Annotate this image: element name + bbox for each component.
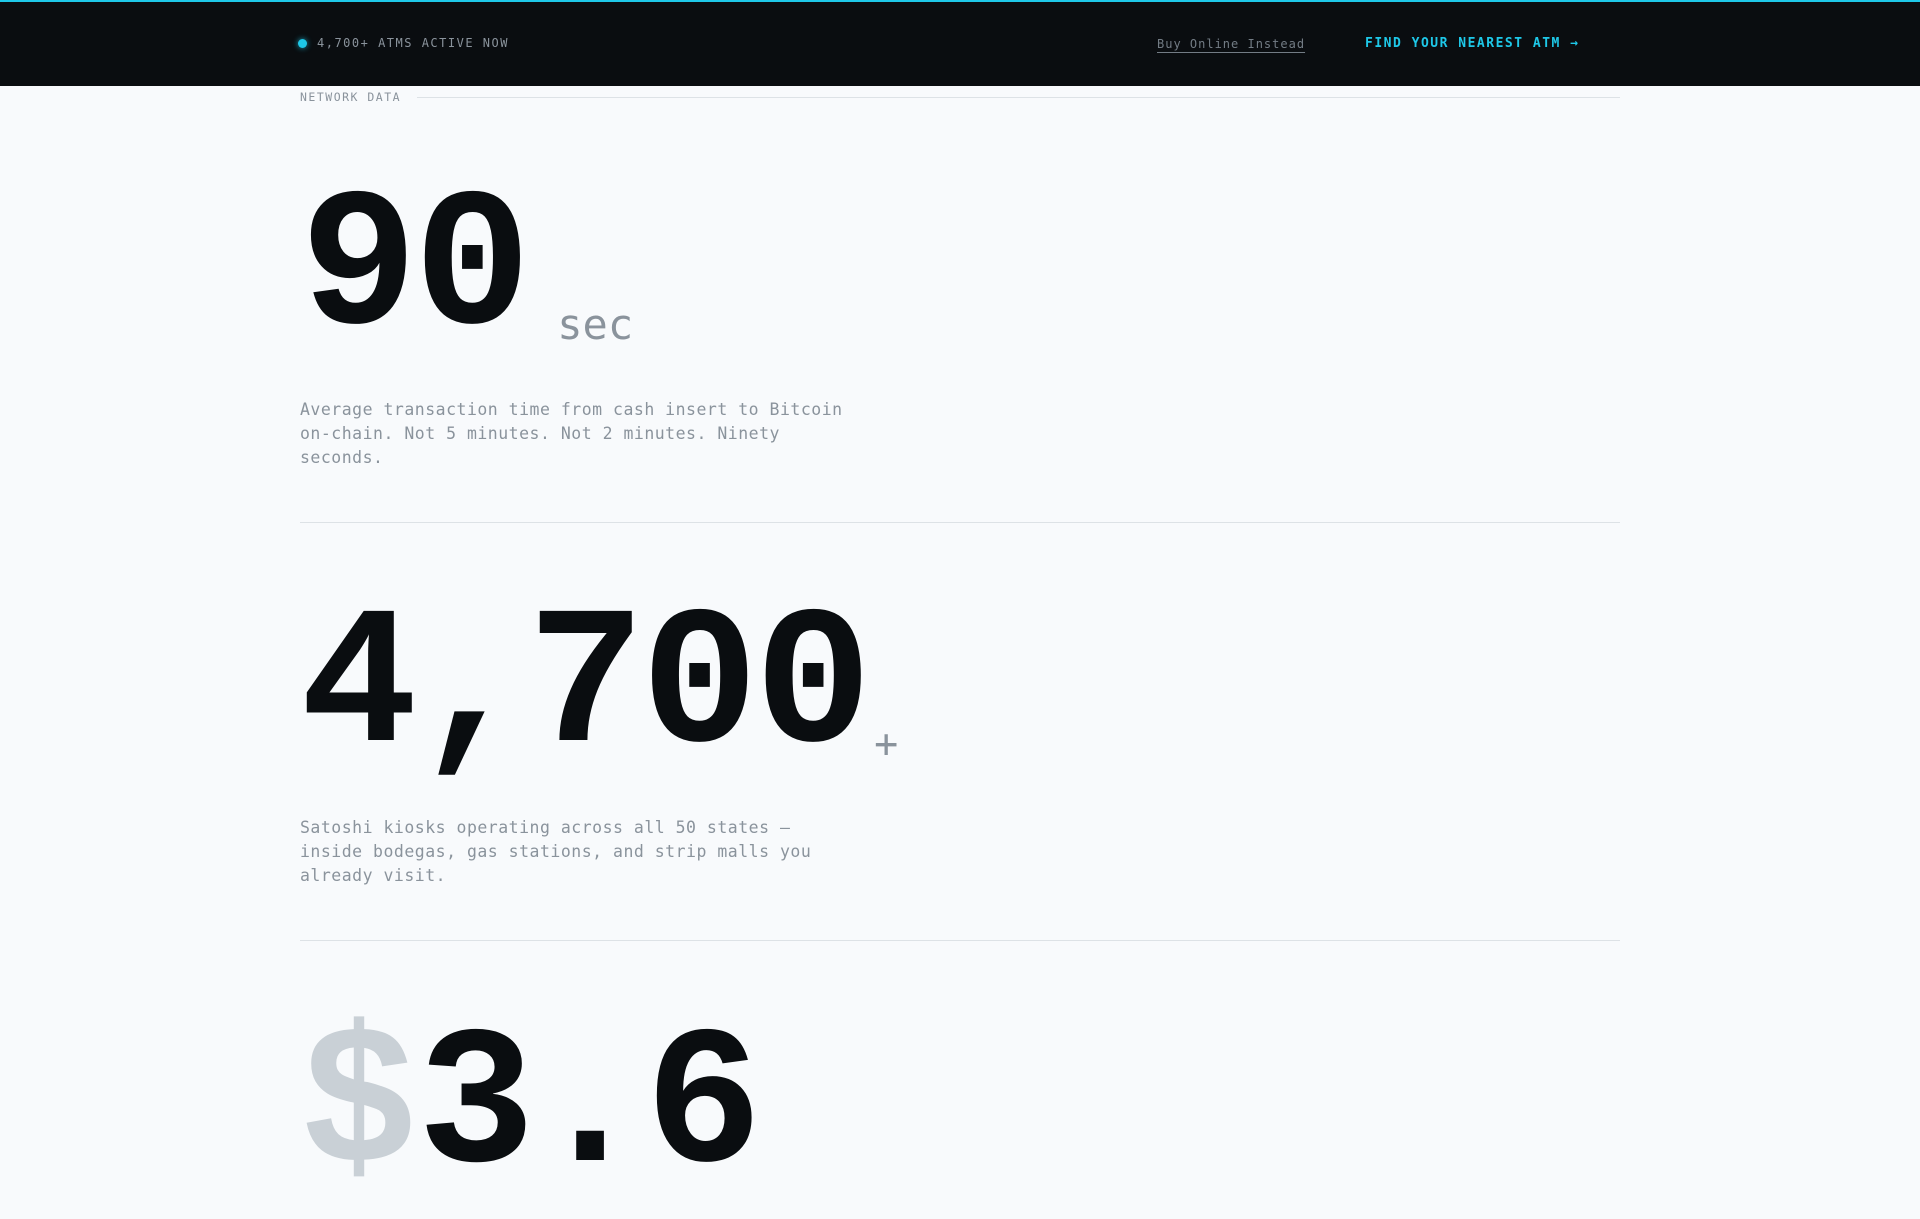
buy-online-link[interactable]: Buy Online Instead — [1157, 37, 1305, 51]
stat-description: Satoshi kiosks operating across all 50 s… — [300, 818, 812, 885]
network-status: 4,700+ ATMS ACTIVE NOW — [298, 36, 509, 50]
stat-unit: sec — [557, 300, 634, 349]
stat-divider — [300, 940, 1620, 941]
section-label: NETWORK DATA — [300, 90, 402, 104]
section-header: NETWORK DATA — [300, 90, 1620, 104]
stat-value: 90 — [300, 159, 531, 381]
stat-value-row: 4,700 + — [300, 590, 1620, 786]
stat-volume: $ 3.6 — [300, 1010, 1620, 1206]
find-nearest-atm-button[interactable]: FIND YOUR NEAREST ATM → — [1365, 36, 1580, 51]
stat-value: 3.6 — [417, 997, 763, 1219]
stat-value: 4,700 — [300, 577, 872, 799]
status-text: 4,700+ ATMS ACTIVE NOW — [317, 36, 509, 50]
live-status-dot-icon — [298, 38, 307, 48]
section-rule — [417, 96, 1620, 98]
stat-unit: + — [874, 721, 899, 767]
stat-prefix: $ — [300, 997, 418, 1219]
stat-value-row: 90 sec — [300, 172, 1620, 368]
top-nav-bar: 4,700+ ATMS ACTIVE NOW Buy Online Instea… — [0, 0, 1920, 86]
stat-transaction-time: 90 sec Average transaction time from cas… — [300, 172, 1620, 470]
stat-value-row: $ 3.6 — [300, 1010, 1620, 1206]
stat-divider — [300, 522, 1620, 523]
stat-atm-count: 4,700 + Satoshi kiosks operating across … — [300, 590, 1620, 888]
stat-description: Average transaction time from cash inser… — [300, 400, 843, 467]
